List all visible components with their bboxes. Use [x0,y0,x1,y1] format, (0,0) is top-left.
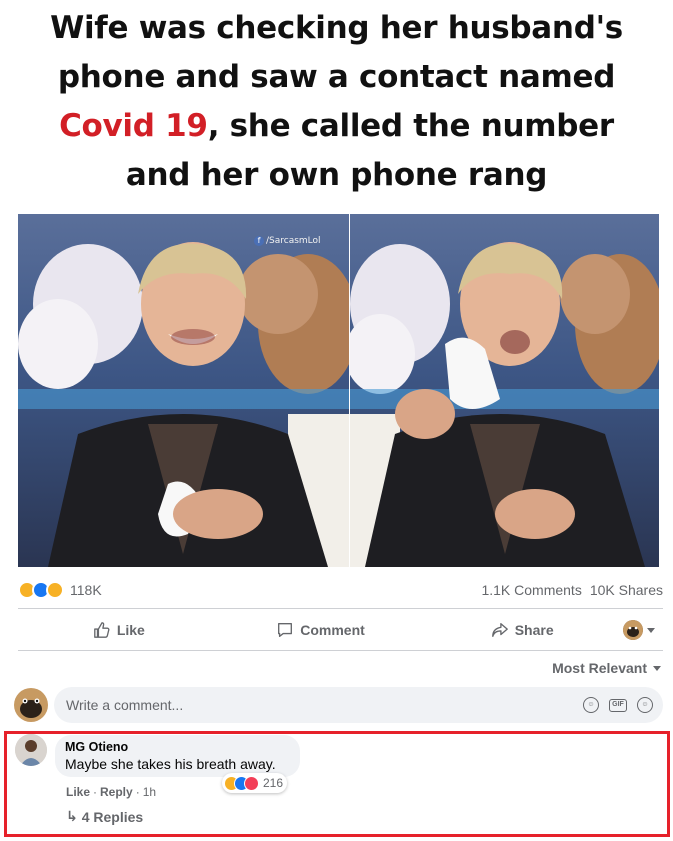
reactions-summary[interactable]: 118K [18,581,102,599]
divider [18,650,663,651]
watermark-text: /SarcasmLol [266,236,321,246]
chevron-down-icon [647,627,656,633]
sad-reaction-icon [46,581,64,599]
divider [18,608,663,609]
like-label: Like [116,622,145,638]
post-stats: 118K 1.1K Comments 10K Shares [18,578,663,602]
meme-title-highlight: Covid 19 [59,108,208,144]
watermark: f/SarcasmLol [254,236,321,246]
reactions-count: 118K [70,582,102,598]
comment-meta: Like · Reply · 1h [66,785,157,799]
reply-arrow-icon: ↳ [66,808,78,824]
comments-count[interactable]: 1.1K Comments [481,582,581,598]
thumbs-up-icon [93,622,110,638]
replies-label: 4 Replies [81,808,144,825]
comment-input[interactable]: Write a comment... ☺ GIF ☺ [54,687,663,723]
sticker-icon[interactable]: ☺ [637,697,653,713]
love-reaction-icon [244,775,259,791]
meme-title: Wife was checking her husband's phone an… [0,4,673,200]
emoji-icon[interactable]: ☺ [583,697,599,713]
meme-title-text-1: Wife was checking her husband's phone an… [50,10,623,95]
post-actions: Like Comment Share [18,612,663,648]
commenter-avatar[interactable] [15,734,47,766]
comment-reaction-count: 216 [263,776,284,790]
comment-sort-dropdown[interactable]: Most Relevant [552,660,661,676]
audience-selector[interactable] [623,620,663,640]
gif-icon[interactable]: GIF [609,698,627,712]
user-avatar-icon [623,620,644,640]
like-button[interactable]: Like [18,621,220,639]
shares-count[interactable]: 10K Shares [590,582,663,598]
comment-text: Maybe she takes his breath away. [65,756,276,772]
facebook-icon: f [254,236,264,246]
comment-time[interactable]: 1h [143,785,156,799]
sort-label: Most Relevant [552,660,647,676]
comment-reactions[interactable]: 216 [222,773,288,793]
comment-reply-link[interactable]: Reply [100,785,133,799]
share-button[interactable]: Share [421,621,623,639]
comment-composer: Write a comment... ☺ GIF ☺ [14,687,663,723]
comment-button[interactable]: Comment [220,621,422,639]
share-label: Share [514,622,554,638]
comment-bubble: MG Otieno Maybe she takes his breath awa… [55,735,300,777]
share-icon [491,623,508,637]
meme-photo-crying[interactable] [350,214,659,567]
meme-photo-laughing[interactable]: f/SarcasmLol [18,214,349,567]
comment-label: Comment [300,622,365,638]
comment-like-link[interactable]: Like [66,785,90,799]
comment-author[interactable]: MG Otieno [65,740,290,755]
comment-input-placeholder: Write a comment... [66,697,184,713]
view-replies-link[interactable]: ↳ 4 Replies [66,808,143,825]
chevron-down-icon [653,665,661,671]
user-avatar[interactable] [14,688,48,722]
comment-icon [278,623,293,637]
